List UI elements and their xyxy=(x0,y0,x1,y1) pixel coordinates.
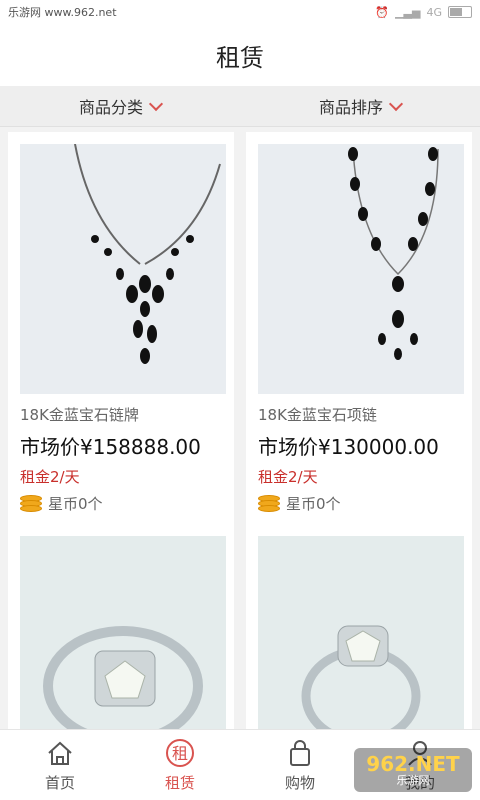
product-coins-label: 星币0个 xyxy=(286,495,341,513)
tab-shop-label: 购物 xyxy=(284,773,315,792)
product-image-necklace-pendant xyxy=(20,144,226,394)
coin-stack-icon xyxy=(20,494,42,513)
alarm-icon: ⏰ xyxy=(375,5,390,19)
category-filter-label: 商品分类 xyxy=(78,98,143,117)
category-filter[interactable]: 商品分类 xyxy=(0,86,240,126)
status-bar: 乐游网 www.962.net ⏰ ▁▃▅ 4G xyxy=(0,0,480,24)
filter-bar: 商品分类 商品排序 xyxy=(0,86,480,127)
product-card[interactable]: 18K金蓝宝石链牌 市场价¥158888.00 租金2/天 星币0个 xyxy=(8,132,234,528)
product-image-diamond-ring xyxy=(20,536,226,730)
watermark-text: 乐游网 xyxy=(396,773,430,787)
signal-icon: ▁▃▅ xyxy=(395,5,421,19)
product-image-diamond-ring-2 xyxy=(258,536,464,730)
svg-text:租: 租 xyxy=(172,744,188,763)
product-card[interactable]: 18K金蓝宝石项链 市场价¥130000.00 租金2/天 星币0个 xyxy=(246,132,472,528)
product-coins-label: 星币0个 xyxy=(48,495,103,513)
product-price: 市场价¥158888.00 xyxy=(20,435,201,459)
status-site: 乐游网 www.962.net xyxy=(8,6,117,19)
chevron-down-icon xyxy=(148,96,164,111)
watermark-suffix: .NET xyxy=(408,751,460,776)
page-header: 租赁 xyxy=(0,24,480,86)
sort-filter-label: 商品排序 xyxy=(318,98,383,117)
battery-icon xyxy=(448,6,472,18)
sort-filter[interactable]: 商品排序 xyxy=(240,86,480,126)
tab-home[interactable]: 首页 xyxy=(0,730,120,800)
watermark-number: 962 xyxy=(366,751,409,776)
product-image-necklace-long xyxy=(258,144,464,394)
product-rent: 租金2/天 xyxy=(258,468,318,486)
product-name: 18K金蓝宝石项链 xyxy=(258,406,377,424)
tab-shop[interactable]: 购物 xyxy=(240,730,360,800)
product-card[interactable] xyxy=(246,524,472,730)
watermark-logo: 962.NET 乐游网 xyxy=(354,748,472,792)
network-label: 4G xyxy=(426,5,442,19)
product-name: 18K金蓝宝石链牌 xyxy=(20,406,139,424)
bag-icon xyxy=(285,738,315,768)
product-rent: 租金2/天 xyxy=(20,468,80,486)
page-title: 租赁 xyxy=(216,43,264,72)
product-coins: 星币0个 xyxy=(258,493,460,528)
tab-home-label: 首页 xyxy=(44,773,75,792)
coin-stack-icon xyxy=(258,494,280,513)
rent-icon: 租 xyxy=(165,738,195,768)
tab-rent-label: 租赁 xyxy=(164,773,195,792)
product-coins: 星币0个 xyxy=(20,493,222,528)
product-card[interactable] xyxy=(8,524,234,730)
product-grid: 18K金蓝宝石链牌 市场价¥158888.00 租金2/天 星币0个 18K金蓝 xyxy=(0,132,480,730)
home-icon xyxy=(45,738,75,768)
tab-rent[interactable]: 租 租赁 xyxy=(120,730,240,800)
chevron-down-icon xyxy=(388,96,404,111)
product-price: 市场价¥130000.00 xyxy=(258,435,439,459)
